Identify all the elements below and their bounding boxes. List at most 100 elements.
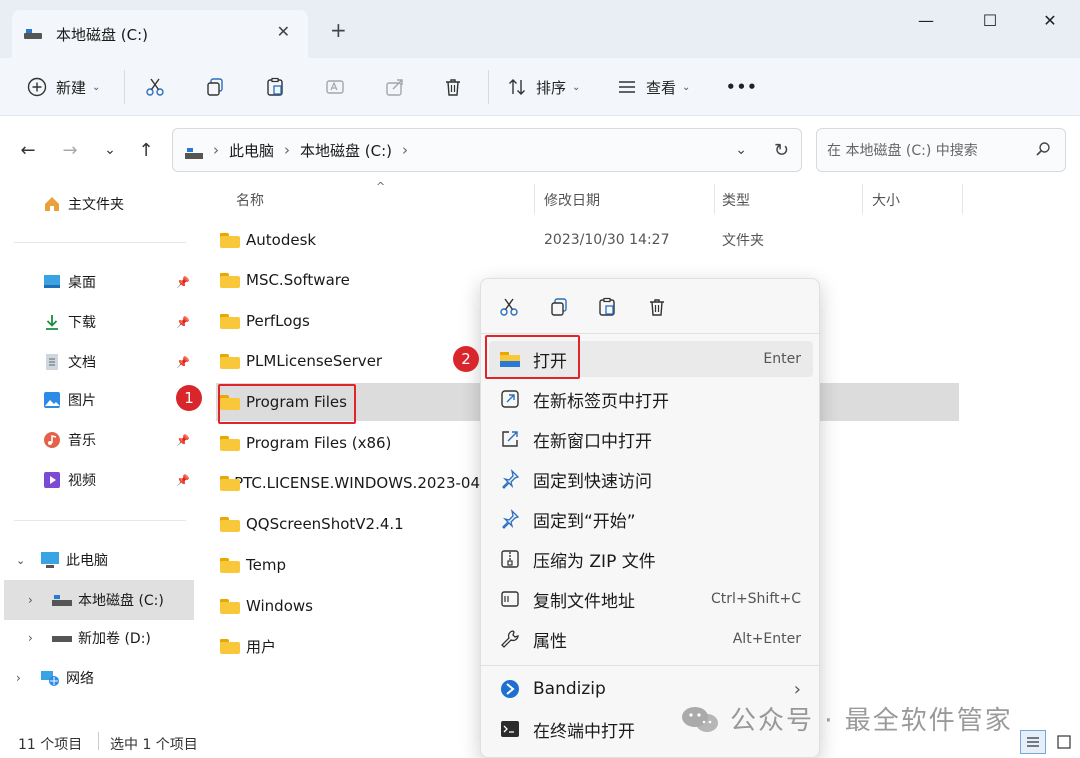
breadcrumb-separator-icon: › xyxy=(402,141,409,159)
tiles-view-icon[interactable] xyxy=(1052,730,1076,754)
delete-button[interactable] xyxy=(442,72,464,102)
file-row[interactable]: Autodesk 2023/10/30 14:27 文件夹 xyxy=(220,221,960,259)
menu-item-open-new-tab[interactable]: 在新标签页中打开 xyxy=(489,381,813,417)
up-arrow-icon[interactable]: ↑ xyxy=(132,136,160,164)
new-tab-button[interactable]: + xyxy=(330,18,347,42)
column-header-modified[interactable]: 修改日期 xyxy=(544,190,600,210)
zip-icon xyxy=(499,548,521,570)
sidebar-item-network[interactable]: › 网络 xyxy=(0,660,196,696)
sidebar-item-pictures[interactable]: 图片 xyxy=(0,382,196,418)
cut-scissors-icon[interactable] xyxy=(497,295,521,319)
file-name: Program Files (x86) xyxy=(246,434,392,452)
folder-icon xyxy=(220,272,240,288)
file-type: 文件夹 xyxy=(722,233,764,249)
chevron-right-icon: › xyxy=(28,593,33,607)
menu-item-label: 在新窗口中打开 xyxy=(533,431,652,452)
address-bar[interactable]: › 此电脑 › 本地磁盘 (C:) › ⌄ ↻ xyxy=(172,128,802,172)
paste-clipboard-icon[interactable] xyxy=(595,295,619,319)
paste-button[interactable] xyxy=(264,72,286,102)
title-bar: 本地磁盘 (C:) ✕ + — ☐ ✕ xyxy=(0,0,1080,58)
sidebar-item-videos[interactable]: 视频 📌 xyxy=(0,462,196,498)
sort-button[interactable]: 排序 ⌄ xyxy=(506,72,580,102)
maximize-button[interactable]: ☐ xyxy=(970,6,1010,34)
cut-button[interactable] xyxy=(144,72,166,102)
drive-icon xyxy=(24,29,42,39)
column-separator[interactable] xyxy=(534,184,535,214)
pin-icon[interactable]: 📌 xyxy=(176,356,190,369)
more-options-button[interactable]: ••• xyxy=(726,72,758,102)
address-dropdown-icon[interactable]: ⌄ xyxy=(735,142,747,158)
download-icon xyxy=(42,312,62,332)
menu-item-compress-zip[interactable]: 压缩为 ZIP 文件 xyxy=(489,541,813,577)
sidebar-item-label: 文档 xyxy=(68,355,96,371)
column-header-size[interactable]: 大小 xyxy=(872,190,900,210)
pin-icon[interactable]: 📌 xyxy=(176,276,190,289)
delete-trash-icon[interactable] xyxy=(645,295,669,319)
drive-icon xyxy=(185,145,203,159)
sidebar-item-this-pc[interactable]: ⌄ 此电脑 xyxy=(0,542,196,578)
menu-item-pin-quick-access[interactable]: 固定到快速访问 xyxy=(489,461,813,497)
forward-arrow-icon[interactable]: → xyxy=(56,136,84,164)
pin-icon[interactable]: 📌 xyxy=(176,474,190,487)
file-row[interactable]: PTC.LICENSE.WINDOWS.2023-04 xyxy=(220,464,480,502)
menu-item-properties[interactable]: 属性 Alt+Enter xyxy=(489,621,813,657)
refresh-icon[interactable]: ↻ xyxy=(774,140,789,161)
sidebar-item-music[interactable]: 音乐 📌 xyxy=(0,422,196,458)
search-input[interactable]: 在 本地磁盘 (C:) 中搜索 xyxy=(827,140,978,160)
chevron-down-icon: ⌄ xyxy=(682,81,691,93)
column-header-name[interactable]: 名称 xyxy=(236,190,264,210)
sidebar-item-local-disk-c[interactable]: › 本地磁盘 (C:) xyxy=(4,580,194,620)
new-button[interactable]: 新建 ⌄ xyxy=(26,72,100,102)
sidebar-item-desktop[interactable]: 桌面 📌 xyxy=(0,264,196,300)
new-label: 新建 xyxy=(56,78,87,97)
column-separator[interactable] xyxy=(714,184,715,214)
menu-item-copy-path[interactable]: 复制文件地址 Ctrl+Shift+C xyxy=(489,581,813,617)
computer-icon xyxy=(40,550,60,570)
search-box[interactable]: 在 本地磁盘 (C:) 中搜索 xyxy=(816,128,1066,172)
trash-icon xyxy=(442,76,464,98)
pin-icon[interactable]: 📌 xyxy=(176,316,190,329)
folder-icon xyxy=(220,313,240,329)
share-button[interactable] xyxy=(384,72,406,102)
highlight-box-program-files xyxy=(218,384,356,424)
sidebar-item-label: 桌面 xyxy=(68,275,96,291)
minimize-button[interactable]: — xyxy=(906,6,946,34)
menu-divider xyxy=(481,333,821,334)
breadcrumb-local-disk[interactable]: 本地磁盘 (C:) xyxy=(300,140,392,161)
details-view-icon[interactable] xyxy=(1020,730,1046,754)
menu-shortcut: Alt+Enter xyxy=(732,631,801,647)
menu-shortcut: Enter xyxy=(763,351,801,367)
file-date: 2023/10/30 14:27 xyxy=(544,232,670,248)
copy-icon[interactable] xyxy=(547,295,571,319)
pin-icon[interactable]: 📌 xyxy=(176,434,190,447)
folder-icon xyxy=(220,516,240,532)
breadcrumb-this-pc[interactable]: 此电脑 xyxy=(229,140,274,161)
chevron-down-icon: ⌄ xyxy=(572,81,581,93)
menu-item-open-new-window[interactable]: 在新窗口中打开 xyxy=(489,421,813,457)
column-header-type[interactable]: 类型 xyxy=(722,190,750,210)
file-name: MSC.Software xyxy=(246,271,350,289)
rename-button[interactable] xyxy=(324,72,346,102)
column-separator[interactable] xyxy=(962,184,963,214)
search-icon[interactable] xyxy=(1035,141,1051,161)
copy-button[interactable] xyxy=(204,72,226,102)
pin-icon xyxy=(499,468,521,490)
context-quick-actions xyxy=(481,279,821,335)
drive-icon xyxy=(52,628,72,648)
close-window-button[interactable]: ✕ xyxy=(1030,6,1070,34)
toolbar-separator xyxy=(488,70,489,104)
back-arrow-icon[interactable]: ← xyxy=(14,136,42,164)
column-separator[interactable] xyxy=(862,184,863,214)
sidebar-item-home[interactable]: 主文件夹 xyxy=(0,186,196,222)
view-button[interactable]: 查看 ⌄ xyxy=(616,72,690,102)
menu-item-pin-start[interactable]: 固定到“开始” xyxy=(489,501,813,537)
copy-path-icon xyxy=(499,588,521,610)
sidebar-item-downloads[interactable]: 下载 📌 xyxy=(0,304,196,340)
tab-local-disk-c[interactable]: 本地磁盘 (C:) ✕ xyxy=(12,10,308,58)
open-new-tab-icon xyxy=(499,388,521,410)
close-tab-icon[interactable]: ✕ xyxy=(277,22,290,41)
recent-chevron-icon[interactable]: ⌄ xyxy=(96,136,124,164)
sidebar-item-documents[interactable]: 文档 📌 xyxy=(0,344,196,380)
toolbar-separator xyxy=(124,70,125,104)
sidebar-item-new-volume-d[interactable]: › 新加卷 (D:) xyxy=(0,620,196,656)
